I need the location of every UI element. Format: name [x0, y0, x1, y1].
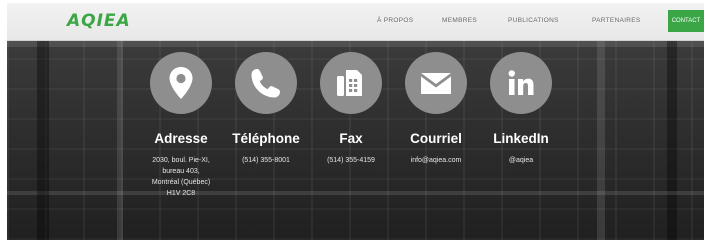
nav-link-publications[interactable]: PUBLICATIONS: [508, 17, 559, 24]
background-beam: [37, 41, 49, 240]
fax-text: (514) 355-4159: [306, 155, 396, 166]
email-text: info@aqiea.com: [391, 155, 481, 166]
nav-link-membres[interactable]: MEMBRES: [442, 17, 477, 24]
contact-address: Adresse 2030, boul. Pie-XI, bureau 403, …: [136, 52, 226, 199]
contact-button[interactable]: CONTACT: [668, 10, 704, 32]
linkedin-text: @aqiea: [476, 155, 566, 166]
contact-phone: Téléphone (514) 355-8001: [221, 52, 311, 166]
linkedin-handle[interactable]: @aqiea: [476, 155, 566, 166]
top-navigation: AQIEA À PROPOS MEMBRES PUBLICATIONS PART…: [7, 3, 704, 41]
address-line: bureau 403,: [162, 168, 200, 175]
contact-title: Fax: [339, 131, 363, 146]
nav-link-partenaires[interactable]: PARTENAIRES: [592, 17, 641, 24]
phone-text: (514) 355-8001: [221, 155, 311, 166]
background-beam: [117, 41, 123, 240]
page-frame: AQIEA À PROPOS MEMBRES PUBLICATIONS PART…: [7, 3, 704, 240]
linkedin-icon[interactable]: [490, 52, 552, 114]
fax-icon: [320, 52, 382, 114]
background-beam: [667, 41, 677, 240]
address-line: Montréal (Québec): [151, 179, 211, 186]
contact-title: Adresse: [154, 131, 208, 146]
contact-title: Courriel: [410, 131, 462, 146]
background-beam: [597, 41, 605, 240]
contact-fax: Fax (514) 355-4159: [306, 52, 396, 166]
address-line: H1V 2C8: [166, 190, 196, 197]
fax-number: (514) 355-4159: [327, 157, 375, 164]
contact-linkedin: LinkedIn @aqiea: [476, 52, 566, 166]
background-beam: [7, 191, 704, 195]
address-text: 2030, boul. Pie-XI, bureau 403, Montréal…: [136, 155, 226, 199]
email-link[interactable]: info@aqiea.com: [391, 155, 481, 166]
phone-icon: [235, 52, 297, 114]
address-line: 2030, boul. Pie-XI,: [152, 157, 210, 164]
contact-title: LinkedIn: [493, 131, 549, 146]
contact-title: Téléphone: [232, 131, 300, 146]
nav-link-a-propos[interactable]: À PROPOS: [377, 17, 413, 24]
site-logo[interactable]: AQIEA: [67, 11, 131, 31]
contact-email: Courriel info@aqiea.com: [391, 52, 481, 166]
envelope-icon: [405, 52, 467, 114]
phone-number[interactable]: (514) 355-8001: [221, 155, 311, 166]
map-pin-icon: [150, 52, 212, 114]
